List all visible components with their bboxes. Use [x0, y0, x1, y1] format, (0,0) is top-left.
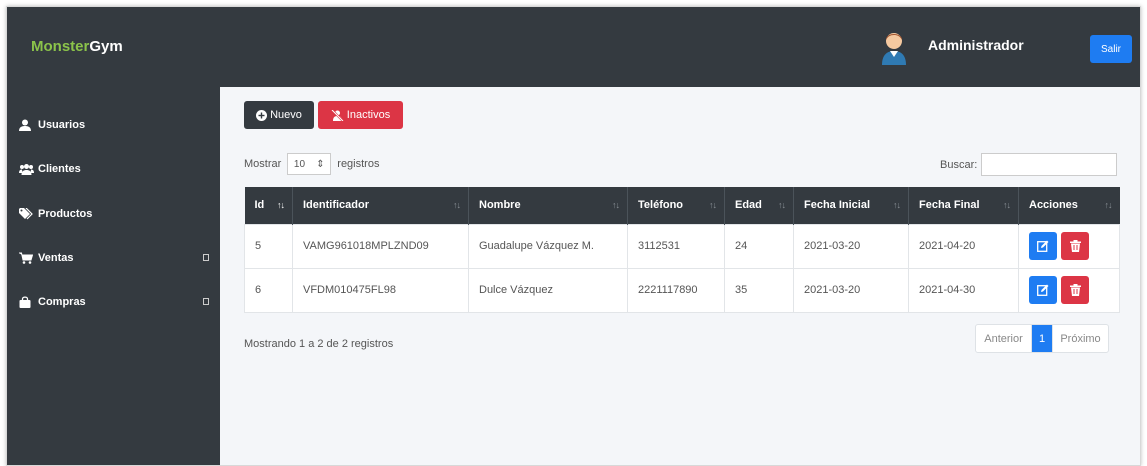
cell-fecha-inicial: 2021-03-20: [793, 267, 909, 313]
table-row: 6 VFDM010475FL98 Dulce Vázquez 222111789…: [244, 267, 1120, 313]
delete-button[interactable]: [1061, 276, 1089, 304]
cell-id: 5: [244, 223, 293, 269]
cell-fecha-inicial: 2021-03-20: [793, 223, 909, 269]
cart-icon: [19, 252, 35, 264]
column-header-edad[interactable]: Edad ↑↓: [724, 187, 794, 224]
column-header-fecha-inicial[interactable]: Fecha Inicial ↑↓: [793, 187, 909, 224]
cell-acciones: [1018, 223, 1120, 269]
trash-icon: [1069, 240, 1081, 252]
page-size-value: 10: [293, 158, 306, 170]
column-header-label: Fecha Final: [919, 199, 980, 212]
sidebar-item-label: Productos: [38, 208, 93, 220]
sidebar: Usuarios Clientes Productos Ventas Compr…: [7, 87, 220, 465]
expand-icon[interactable]: [203, 254, 209, 261]
table-row: 5 VAMG961018MPLZND09 Guadalupe Vázquez M…: [244, 223, 1120, 269]
table-header-row: Id ↑↓ Identificador ↑↓ Nombre ↑↓ Teléfono ↑↓…: [244, 187, 1120, 224]
column-header-acciones[interactable]: Acciones ↑↓: [1018, 187, 1120, 224]
user-avatar-icon: [879, 27, 909, 65]
sidebar-item-compras[interactable]: Compras: [19, 292, 209, 312]
column-header-label: Identificador: [303, 199, 370, 212]
sort-icon: ↑↓: [1003, 200, 1011, 210]
column-header-id[interactable]: Id ↑↓: [244, 187, 293, 224]
sidebar-item-label: Clientes: [38, 163, 81, 175]
sidebar-item-productos[interactable]: Productos: [19, 204, 209, 224]
plus-circle-icon: [256, 109, 268, 121]
sidebar-item-clientes[interactable]: Clientes: [19, 159, 209, 179]
column-header-label: Fecha Inicial: [804, 199, 871, 212]
sort-icon: ↑↓: [277, 200, 285, 210]
edit-button[interactable]: [1029, 276, 1057, 304]
column-header-nombre[interactable]: Nombre ↑↓: [468, 187, 628, 224]
edit-icon: [1037, 284, 1049, 296]
column-header-telefono[interactable]: Teléfono ↑↓: [627, 187, 725, 224]
page-size-control: Mostrar 10 ⇕ registros: [244, 153, 379, 175]
bag-icon: [19, 296, 35, 308]
edit-button[interactable]: [1029, 232, 1057, 260]
clients-table: Id ↑↓ Identificador ↑↓ Nombre ↑↓ Teléfono ↑↓…: [244, 187, 1120, 313]
sidebar-item-label: Usuarios: [38, 119, 86, 131]
delete-button[interactable]: [1061, 232, 1089, 260]
column-header-fecha-final[interactable]: Fecha Final ↑↓: [908, 187, 1019, 224]
column-header-label: Teléfono: [638, 199, 684, 212]
pagination-next[interactable]: Próximo: [1052, 325, 1108, 352]
page-size-select[interactable]: 10 ⇕: [287, 153, 332, 175]
cell-telefono: 3112531: [627, 223, 725, 269]
sort-icon: ↑↓: [612, 200, 620, 210]
column-header-label: Id: [254, 199, 265, 212]
pagination: Anterior 1 Próximo: [975, 324, 1109, 353]
user-icon: [19, 119, 35, 131]
user-name: Administrador: [928, 37, 1024, 53]
brand-logo[interactable]: MonsterGym: [31, 38, 123, 55]
column-header-label: Nombre: [479, 199, 521, 212]
trash-icon: [1069, 284, 1081, 296]
cell-edad: 24: [724, 223, 794, 269]
app-frame: MonsterGym Administrador Salir Usuarios …: [6, 6, 1141, 466]
search-label: Buscar:: [940, 158, 978, 171]
inactive-button-label: Inactivos: [346, 109, 391, 121]
select-arrows-icon: ⇕: [316, 158, 325, 170]
cell-identificador: VAMG961018MPLZND09: [292, 223, 469, 269]
sidebar-item-usuarios[interactable]: Usuarios: [19, 115, 209, 135]
new-button-label: Nuevo: [270, 109, 302, 121]
cell-identificador: VFDM010475FL98: [292, 267, 469, 313]
inactive-button[interactable]: Inactivos: [318, 101, 403, 129]
pagination-page-1[interactable]: 1: [1032, 325, 1052, 352]
tags-icon: [19, 208, 35, 220]
column-header-identificador[interactable]: Identificador ↑↓: [292, 187, 469, 224]
table-info: Mostrando 1 a 2 de 2 registros: [244, 338, 394, 350]
show-label: Mostrar: [244, 158, 282, 170]
search-control: Buscar:: [940, 153, 1118, 176]
users-icon: [19, 163, 35, 175]
main-content: Nuevo Inactivos Mostrar 10 ⇕ registros B…: [220, 87, 1140, 465]
search-input[interactable]: [981, 153, 1118, 176]
cell-telefono: 2221117890: [627, 267, 725, 313]
sidebar-item-ventas[interactable]: Ventas: [19, 248, 209, 268]
new-button[interactable]: Nuevo: [244, 101, 314, 129]
sort-icon: ↑↓: [453, 200, 461, 210]
logout-button[interactable]: Salir: [1090, 35, 1132, 63]
records-label: registros: [337, 158, 380, 170]
cell-acciones: [1018, 267, 1120, 313]
top-navbar: MonsterGym Administrador Salir: [7, 7, 1140, 87]
sidebar-item-label: Compras: [38, 296, 86, 308]
cell-nombre: Dulce Vázquez: [468, 267, 628, 313]
column-header-label: Acciones: [1029, 199, 1078, 212]
user-slash-icon: [331, 109, 344, 121]
sort-icon: ↑↓: [709, 200, 717, 210]
expand-icon[interactable]: [203, 298, 209, 305]
cell-fecha-final: 2021-04-30: [908, 267, 1019, 313]
sidebar-item-label: Ventas: [38, 252, 74, 264]
brand-part-2: Gym: [89, 38, 123, 55]
cell-fecha-final: 2021-04-20: [908, 223, 1019, 269]
sort-icon: ↑↓: [1104, 200, 1113, 210]
column-header-label: Edad: [735, 199, 762, 212]
sort-icon: ↑↓: [778, 200, 786, 210]
cell-id: 6: [244, 267, 293, 313]
cell-edad: 35: [724, 267, 794, 313]
edit-icon: [1037, 240, 1049, 252]
pagination-prev[interactable]: Anterior: [976, 325, 1032, 352]
sort-icon: ↑↓: [893, 200, 901, 210]
cell-nombre: Guadalupe Vázquez M.: [468, 223, 628, 269]
brand-part-1: Monster: [31, 38, 90, 55]
